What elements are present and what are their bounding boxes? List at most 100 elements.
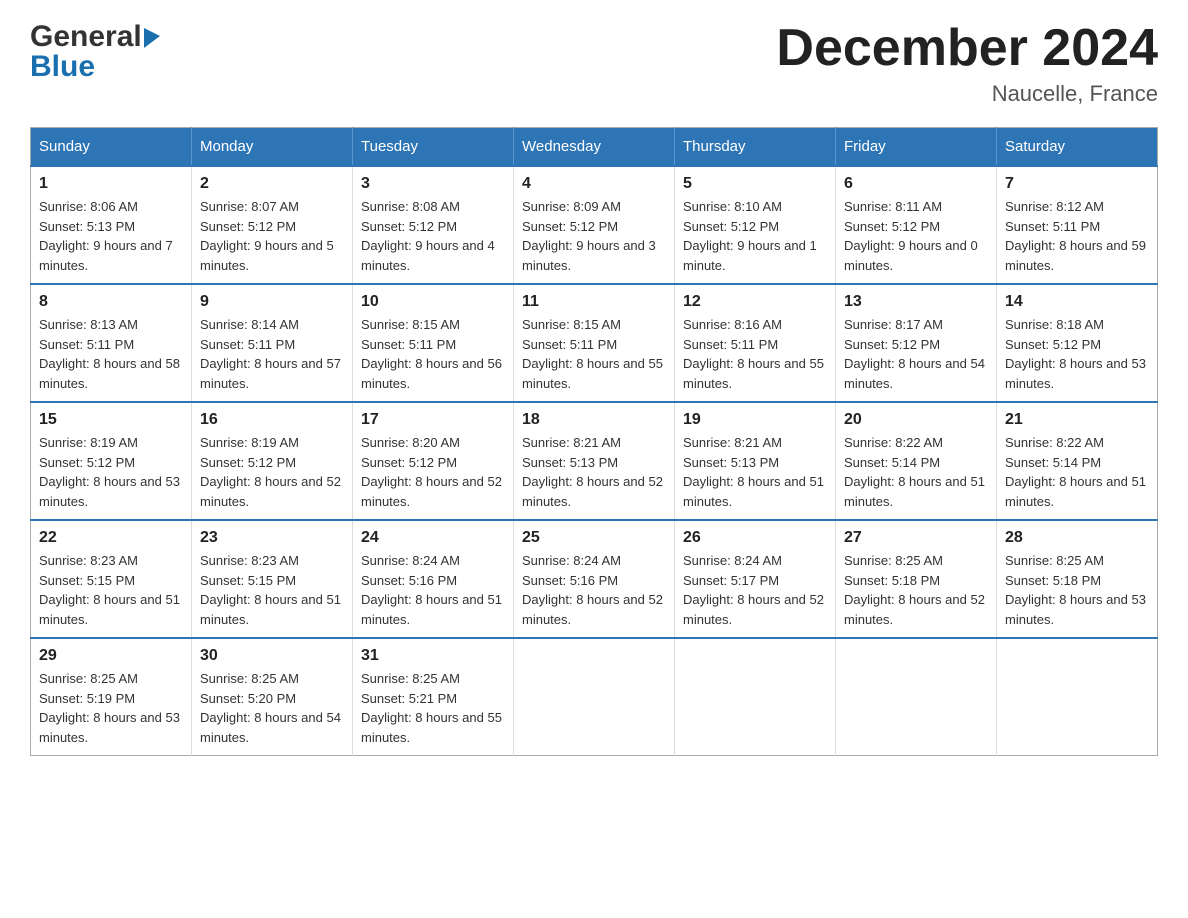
title-area: December 2024 Naucelle, France [776, 20, 1158, 107]
day-info: Sunrise: 8:22 AMSunset: 5:14 PMDaylight:… [1005, 433, 1149, 511]
calendar-cell: 12 Sunrise: 8:16 AMSunset: 5:11 PMDayligh… [675, 284, 836, 402]
day-info: Sunrise: 8:14 AMSunset: 5:11 PMDaylight:… [200, 315, 344, 393]
day-info: Sunrise: 8:23 AMSunset: 5:15 PMDaylight:… [200, 551, 344, 629]
calendar-week-row: 29Sunrise: 8:25 AMSunset: 5:19 PMDayligh… [31, 638, 1158, 756]
day-number: 24 [361, 529, 505, 547]
calendar-week-row: 22 Sunrise: 8:23 AMSunset: 5:15 PMDayligh… [31, 520, 1158, 638]
day-number: 28 [1005, 529, 1149, 547]
day-number: 12 [683, 293, 827, 311]
location: Naucelle, France [776, 81, 1158, 107]
day-number: 13 [844, 293, 988, 311]
day-info: Sunrise: 8:09 AMSunset: 5:12 PMDaylight:… [522, 197, 666, 275]
day-info: Sunrise: 8:25 AMSunset: 5:21 PMDaylight:… [361, 669, 505, 747]
day-info: Sunrise: 8:15 AMSunset: 5:11 PMDaylight:… [522, 315, 666, 393]
day-number: 21 [1005, 411, 1149, 429]
day-info: Sunrise: 8:24 AMSunset: 5:16 PMDaylight:… [522, 551, 666, 629]
day-info: Sunrise: 8:18 AMSunset: 5:12 PMDaylight:… [1005, 315, 1149, 393]
day-info: Sunrise: 8:16 AMSunset: 5:11 PMDaylight:… [683, 315, 827, 393]
day-number: 22 [39, 529, 183, 547]
day-number: 15 [39, 411, 183, 429]
calendar-cell: 27 Sunrise: 8:25 AMSunset: 5:18 PMDayligh… [836, 520, 997, 638]
day-number: 10 [361, 293, 505, 311]
calendar-cell: 31 Sunrise: 8:25 AMSunset: 5:21 PMDayligh… [353, 638, 514, 756]
calendar-cell: 8 Sunrise: 8:13 AMSunset: 5:11 PMDaylight… [31, 284, 192, 402]
weekday-header-tuesday: Tuesday [353, 128, 514, 167]
day-number: 26 [683, 529, 827, 547]
calendar-cell: 9 Sunrise: 8:14 AMSunset: 5:11 PMDaylight… [192, 284, 353, 402]
calendar-cell [836, 638, 997, 756]
calendar-week-row: 15 Sunrise: 8:19 AMSunset: 5:12 PMDayligh… [31, 402, 1158, 520]
calendar-week-row: 1 Sunrise: 8:06 AMSunset: 5:13 PMDaylight… [31, 166, 1158, 284]
day-info: Sunrise: 8:25 AMSunset: 5:20 PMDaylight:… [200, 669, 344, 747]
calendar-cell: 23 Sunrise: 8:23 AMSunset: 5:15 PMDayligh… [192, 520, 353, 638]
day-info: Sunrise: 8:21 AMSunset: 5:13 PMDaylight:… [683, 433, 827, 511]
day-number: 30 [200, 647, 344, 665]
calendar-cell: 3 Sunrise: 8:08 AMSunset: 5:12 PMDaylight… [353, 166, 514, 284]
logo-arrow-icon [144, 28, 164, 48]
calendar-cell: 20Sunrise: 8:22 AMSunset: 5:14 PMDayligh… [836, 402, 997, 520]
day-info: Sunrise: 8:20 AMSunset: 5:12 PMDaylight:… [361, 433, 505, 511]
day-info: Sunrise: 8:17 AMSunset: 5:12 PMDaylight:… [844, 315, 988, 393]
calendar-cell [514, 638, 675, 756]
calendar-cell: 7 Sunrise: 8:12 AMSunset: 5:11 PMDaylight… [997, 166, 1158, 284]
day-info: Sunrise: 8:11 AMSunset: 5:12 PMDaylight:… [844, 197, 988, 275]
weekday-header-monday: Monday [192, 128, 353, 167]
day-number: 27 [844, 529, 988, 547]
calendar-cell: 13 Sunrise: 8:17 AMSunset: 5:12 PMDayligh… [836, 284, 997, 402]
day-number: 11 [522, 293, 666, 311]
calendar-cell: 28 Sunrise: 8:25 AMSunset: 5:18 PMDayligh… [997, 520, 1158, 638]
day-info: Sunrise: 8:24 AMSunset: 5:17 PMDaylight:… [683, 551, 827, 629]
day-info: Sunrise: 8:08 AMSunset: 5:12 PMDaylight:… [361, 197, 505, 275]
calendar-cell: 6 Sunrise: 8:11 AMSunset: 5:12 PMDaylight… [836, 166, 997, 284]
day-info: Sunrise: 8:06 AMSunset: 5:13 PMDaylight:… [39, 197, 183, 275]
calendar-cell: 26 Sunrise: 8:24 AMSunset: 5:17 PMDayligh… [675, 520, 836, 638]
calendar-cell: 15 Sunrise: 8:19 AMSunset: 5:12 PMDayligh… [31, 402, 192, 520]
calendar-cell: 11 Sunrise: 8:15 AMSunset: 5:11 PMDayligh… [514, 284, 675, 402]
day-number: 6 [844, 175, 988, 193]
day-info: Sunrise: 8:25 AMSunset: 5:19 PMDaylight:… [39, 669, 183, 747]
calendar-cell: 18 Sunrise: 8:21 AMSunset: 5:13 PMDayligh… [514, 402, 675, 520]
day-number: 3 [361, 175, 505, 193]
day-number: 18 [522, 411, 666, 429]
calendar-cell: 30 Sunrise: 8:25 AMSunset: 5:20 PMDayligh… [192, 638, 353, 756]
calendar-header-row: SundayMondayTuesdayWednesdayThursdayFrid… [31, 128, 1158, 167]
day-info: Sunrise: 8:19 AMSunset: 5:12 PMDaylight:… [200, 433, 344, 511]
calendar-cell: 17Sunrise: 8:20 AMSunset: 5:12 PMDayligh… [353, 402, 514, 520]
logo-general-text: General [30, 20, 142, 54]
day-number: 31 [361, 647, 505, 665]
calendar-cell: 29Sunrise: 8:25 AMSunset: 5:19 PMDayligh… [31, 638, 192, 756]
page-header: General Blue December 2024 Naucelle, Fra… [30, 20, 1158, 107]
day-number: 25 [522, 529, 666, 547]
day-info: Sunrise: 8:13 AMSunset: 5:11 PMDaylight:… [39, 315, 183, 393]
logo: General Blue [30, 20, 164, 84]
calendar-cell: 1 Sunrise: 8:06 AMSunset: 5:13 PMDaylight… [31, 166, 192, 284]
day-info: Sunrise: 8:23 AMSunset: 5:15 PMDaylight:… [39, 551, 183, 629]
calendar-table: SundayMondayTuesdayWednesdayThursdayFrid… [30, 127, 1158, 756]
day-number: 9 [200, 293, 344, 311]
day-info: Sunrise: 8:19 AMSunset: 5:12 PMDaylight:… [39, 433, 183, 511]
calendar-cell: 25 Sunrise: 8:24 AMSunset: 5:16 PMDayligh… [514, 520, 675, 638]
day-number: 5 [683, 175, 827, 193]
day-number: 23 [200, 529, 344, 547]
day-number: 8 [39, 293, 183, 311]
day-number: 7 [1005, 175, 1149, 193]
day-info: Sunrise: 8:12 AMSunset: 5:11 PMDaylight:… [1005, 197, 1149, 275]
day-info: Sunrise: 8:25 AMSunset: 5:18 PMDaylight:… [1005, 551, 1149, 629]
day-number: 2 [200, 175, 344, 193]
calendar-cell: 19Sunrise: 8:21 AMSunset: 5:13 PMDayligh… [675, 402, 836, 520]
day-number: 1 [39, 175, 183, 193]
calendar-cell: 21 Sunrise: 8:22 AMSunset: 5:14 PMDayligh… [997, 402, 1158, 520]
calendar-cell: 24Sunrise: 8:24 AMSunset: 5:16 PMDayligh… [353, 520, 514, 638]
calendar-week-row: 8 Sunrise: 8:13 AMSunset: 5:11 PMDaylight… [31, 284, 1158, 402]
weekday-header-friday: Friday [836, 128, 997, 167]
day-info: Sunrise: 8:21 AMSunset: 5:13 PMDaylight:… [522, 433, 666, 511]
weekday-header-saturday: Saturday [997, 128, 1158, 167]
calendar-cell [675, 638, 836, 756]
day-info: Sunrise: 8:25 AMSunset: 5:18 PMDaylight:… [844, 551, 988, 629]
day-info: Sunrise: 8:10 AMSunset: 5:12 PMDaylight:… [683, 197, 827, 275]
calendar-cell: 14Sunrise: 8:18 AMSunset: 5:12 PMDayligh… [997, 284, 1158, 402]
weekday-header-wednesday: Wednesday [514, 128, 675, 167]
day-info: Sunrise: 8:22 AMSunset: 5:14 PMDaylight:… [844, 433, 988, 511]
calendar-cell: 2Sunrise: 8:07 AMSunset: 5:12 PMDaylight… [192, 166, 353, 284]
calendar-cell [997, 638, 1158, 756]
